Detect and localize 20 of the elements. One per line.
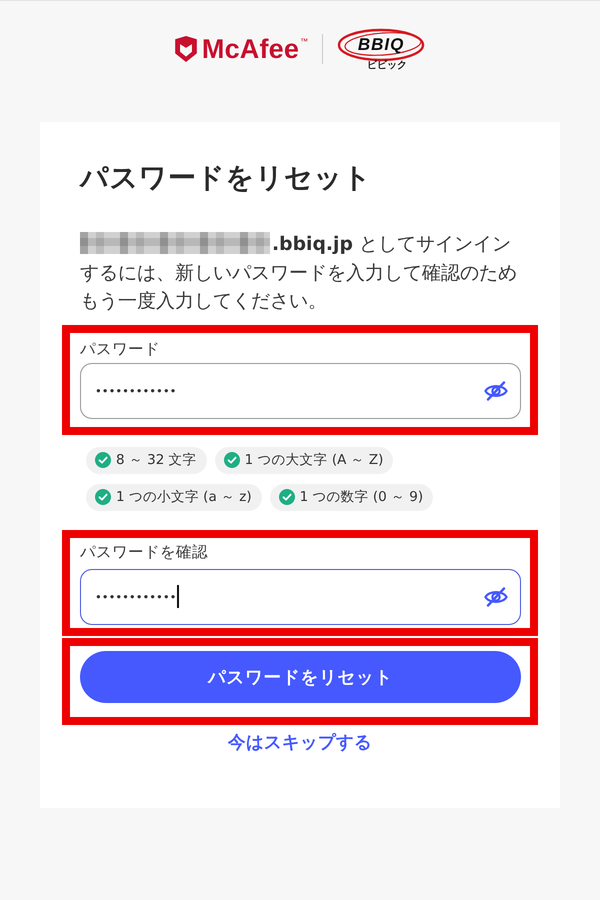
eye-slash-icon[interactable] — [484, 380, 508, 400]
requirement-text: 1 つの数字 (0 ～ 9) — [300, 488, 424, 506]
requirement-text: 1 つの小文字 (a ～ z) — [116, 488, 252, 506]
requirement-text: 1 つの大文字 (A ～ Z) — [244, 451, 384, 469]
field-label: パスワード — [80, 338, 161, 360]
eye-slash-icon[interactable] — [484, 586, 508, 606]
logo-text: BBIQ — [358, 35, 404, 55]
password-field[interactable]: •••••••••••• — [80, 568, 521, 624]
instruction-text: .bbiq.jp としてサインインするには、新しいパスワードを入力して確認のためもう一度入力してください。 — [80, 231, 520, 316]
logo-text: McAfee — [202, 34, 300, 64]
logo-reading: ビビック — [367, 60, 408, 71]
skip-link[interactable]: 今はスキップする — [228, 730, 372, 754]
field-label: パスワードを確認 — [80, 542, 209, 562]
trademark-mark: ™ — [300, 37, 308, 47]
password-field[interactable]: •••••••••••• — [80, 362, 521, 418]
shield-icon — [174, 36, 197, 62]
reset-password-button[interactable]: パスワードをリセット — [80, 650, 521, 702]
page-title: パスワードをリセット — [80, 160, 373, 196]
text-cursor — [177, 585, 179, 608]
requirement-text: 8 ～ 32 文字 — [116, 451, 197, 469]
